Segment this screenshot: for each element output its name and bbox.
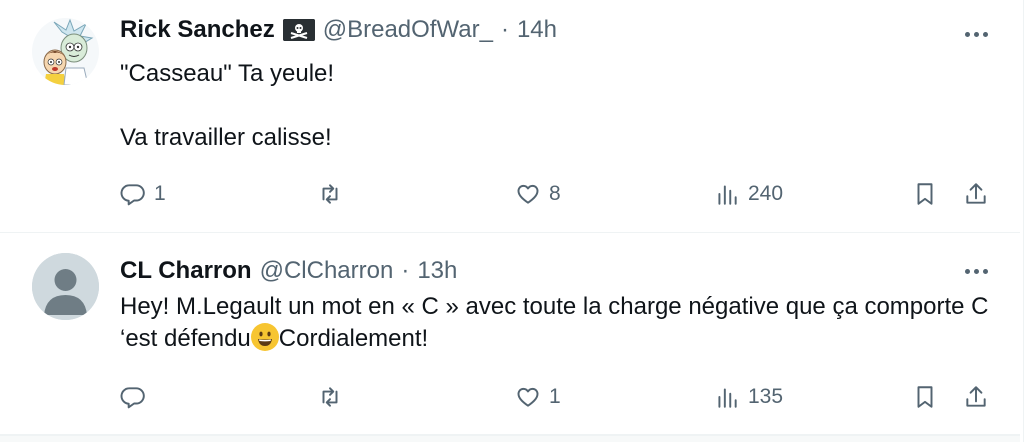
timestamp[interactable]: 13h xyxy=(417,257,457,285)
like-button[interactable]: 1 xyxy=(515,379,561,415)
views-icon xyxy=(718,185,737,205)
retweet-button[interactable] xyxy=(317,176,351,212)
timestamp[interactable]: 14h xyxy=(517,16,557,44)
grinning-face-emoji-icon xyxy=(250,323,279,351)
share-button[interactable] xyxy=(963,176,989,212)
reply-button[interactable]: 1 xyxy=(120,176,166,212)
share-button[interactable] xyxy=(963,379,989,415)
more-options-icon[interactable] xyxy=(962,257,990,285)
bookmark-button[interactable] xyxy=(912,176,938,212)
avatar[interactable] xyxy=(32,18,99,85)
separator-dot: · xyxy=(500,16,509,43)
like-count: 8 xyxy=(549,182,561,205)
display-name[interactable]: CL Charron xyxy=(120,257,252,285)
pirate-flag-icon xyxy=(282,19,315,41)
retweet-icon xyxy=(322,184,338,204)
default-avatar-icon xyxy=(32,253,99,320)
cartoon-avatar-icon xyxy=(32,18,99,85)
more-options-icon[interactable] xyxy=(962,20,990,48)
views-button[interactable]: 135 xyxy=(714,379,783,415)
bookmark-button[interactable] xyxy=(912,379,938,415)
action-bar: 1 8 240 xyxy=(120,176,995,212)
heart-icon xyxy=(517,387,539,407)
user-handle[interactable]: @ClCharron xyxy=(260,257,394,285)
tweet[interactable]: Rick Sanchez @BreadOfWar_ · 14h "Casseau… xyxy=(0,0,1020,233)
retweet-button[interactable] xyxy=(317,379,351,415)
like-button[interactable]: 8 xyxy=(515,176,561,212)
bookmark-icon xyxy=(917,386,933,408)
tweet-text: Hey! M.Legault un mot en « C » avec tout… xyxy=(120,291,990,355)
timeline: Rick Sanchez @BreadOfWar_ · 14h "Casseau… xyxy=(0,0,1024,442)
views-button[interactable]: 240 xyxy=(714,176,783,212)
timeline-bottom-edge xyxy=(0,435,1020,442)
share-icon xyxy=(966,386,986,407)
avatar[interactable] xyxy=(32,253,99,320)
views-icon xyxy=(718,388,737,408)
separator-dot: · xyxy=(401,257,410,284)
view-count: 240 xyxy=(748,182,784,205)
display-name[interactable]: Rick Sanchez xyxy=(120,16,275,44)
tweet-header: CL Charron @ClCharron · 13h xyxy=(120,257,457,285)
view-count: 135 xyxy=(748,385,784,408)
bookmark-icon xyxy=(917,183,933,205)
tweet-text: "Casseau" Ta yeule! Va travailler caliss… xyxy=(120,58,990,154)
retweet-icon xyxy=(322,387,338,407)
tweet-paragraph: "Casseau" Ta yeule! xyxy=(120,60,335,87)
tweet-paragraph: Va travailler calisse! xyxy=(120,124,332,151)
action-bar: 1 135 xyxy=(120,379,995,415)
reply-icon xyxy=(120,184,145,206)
user-handle[interactable]: @BreadOfWar_ xyxy=(323,16,493,44)
reply-button[interactable] xyxy=(120,379,154,415)
heart-icon xyxy=(517,184,539,204)
tweet-text-part: Cordialement! xyxy=(278,325,429,352)
tweet[interactable]: CL Charron @ClCharron · 13h Hey! M.Legau… xyxy=(0,233,1020,435)
like-count: 1 xyxy=(549,385,561,408)
reply-count: 1 xyxy=(154,182,166,205)
reply-icon xyxy=(120,387,145,409)
tweet-header: Rick Sanchez @BreadOfWar_ · 14h xyxy=(120,16,557,44)
share-icon xyxy=(966,183,986,204)
